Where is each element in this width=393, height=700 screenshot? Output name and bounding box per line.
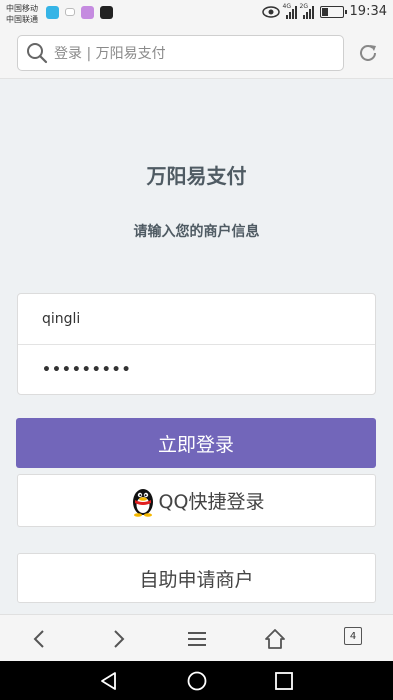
login-form: qingli •••••••••: [17, 293, 376, 395]
notification-icons: [46, 6, 113, 19]
qq-login-label: QQ快捷登录: [158, 491, 265, 513]
qq-login-button[interactable]: QQ快捷登录: [17, 474, 376, 527]
eye-icon: [261, 5, 280, 18]
password-field[interactable]: •••••••••: [18, 344, 375, 394]
login-button[interactable]: 立即登录: [16, 418, 376, 468]
search-icon: [27, 43, 48, 64]
tiktok-icon: [100, 6, 113, 19]
apply-merchant-button[interactable]: 自助申请商户: [17, 553, 376, 603]
tabs-button[interactable]: 4: [344, 627, 362, 645]
app-notification-icon: [46, 6, 59, 19]
refresh-icon[interactable]: [357, 42, 379, 64]
browser-toolbar: [0, 614, 393, 661]
browser-address-bar: 登录 | 万阳易支付: [0, 27, 393, 79]
signal-icon-2: 2G: [299, 2, 314, 19]
site-title: 万阳易支付: [146, 164, 247, 188]
carrier-2: 中国联通: [6, 15, 38, 24]
network-type-2: 2G: [299, 2, 308, 10]
username-value: qingli: [42, 311, 81, 327]
password-value: •••••••••: [42, 361, 132, 378]
username-field[interactable]: qingli: [18, 294, 375, 344]
status-bar: 中国移动 中国联通 4G 2G 19:34: [0, 0, 393, 27]
nav-back-icon[interactable]: [98, 670, 120, 692]
gallery-icon: [81, 6, 94, 19]
nav-home-icon[interactable]: [186, 670, 208, 692]
home-icon[interactable]: [263, 627, 287, 651]
system-nav-bar: [0, 661, 393, 700]
carrier-info: 中国移动 中国联通: [6, 3, 38, 25]
signal-icon-1: 4G: [282, 2, 297, 19]
network-type-1: 4G: [282, 2, 291, 10]
menu-icon[interactable]: [185, 627, 209, 651]
nav-recents-icon[interactable]: [273, 670, 295, 692]
back-icon[interactable]: [28, 627, 52, 651]
qq-penguin-icon: [132, 488, 153, 517]
page-subtitle: 请输入您的商户信息: [133, 224, 260, 240]
carrier-1: 中国移动: [6, 4, 38, 13]
clock: 19:34: [349, 4, 387, 19]
forward-icon[interactable]: [106, 627, 130, 651]
url-field[interactable]: 登录 | 万阳易支付: [17, 35, 344, 71]
url-text: 登录 | 万阳易支付: [54, 46, 166, 62]
message-icon: [65, 8, 75, 16]
battery-icon: [319, 5, 347, 18]
